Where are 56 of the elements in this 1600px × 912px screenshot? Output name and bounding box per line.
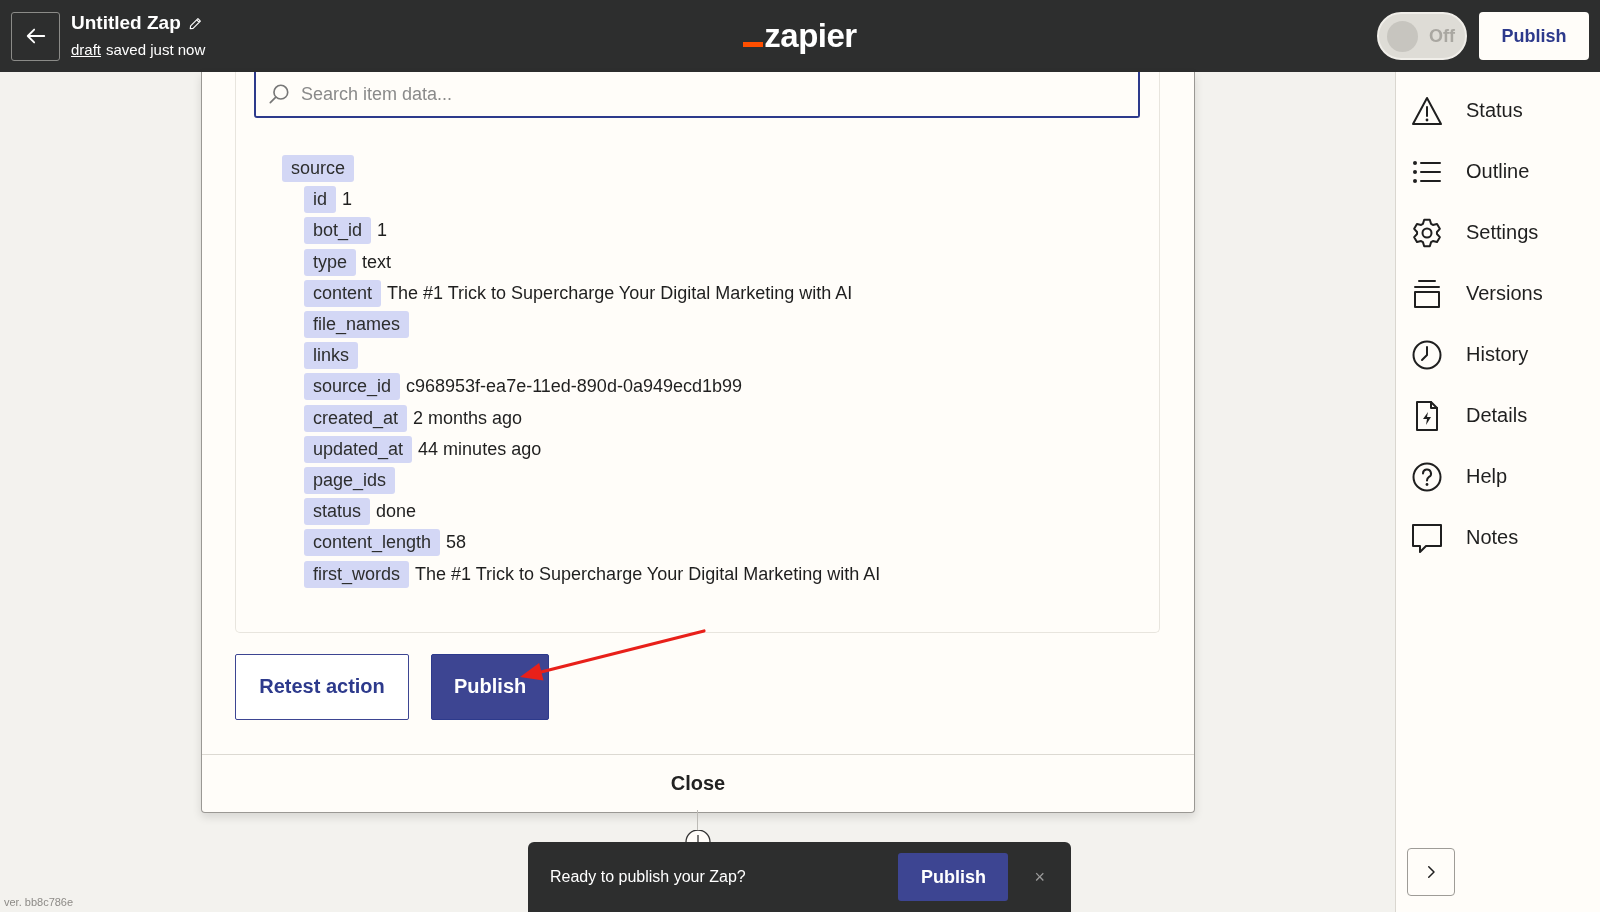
data-key: id bbox=[304, 186, 336, 214]
speech-bubble-icon bbox=[1411, 521, 1443, 554]
toast-message: Ready to publish your Zap? bbox=[550, 868, 746, 886]
clock-icon bbox=[1411, 338, 1443, 371]
data-value: The #1 Trick to Supercharge Your Digital Marketing with AI bbox=[387, 282, 853, 304]
data-value: 2 months ago bbox=[413, 407, 523, 429]
publish-button[interactable]: Publish bbox=[898, 853, 1009, 901]
data-key: content bbox=[304, 279, 382, 307]
data-key: status bbox=[304, 498, 371, 526]
data-key: file_names bbox=[304, 311, 410, 339]
retest-button[interactable]: Retest action bbox=[235, 653, 409, 720]
data-value: c968953f-ea7e-11ed-890d-0a949ecd1b99 bbox=[406, 376, 742, 398]
logo-text: zapier bbox=[764, 17, 857, 55]
search-icon bbox=[268, 83, 290, 105]
data-value: 44 minutes ago bbox=[418, 438, 542, 460]
pencil-icon[interactable] bbox=[188, 16, 202, 30]
data-key: page_ids bbox=[304, 466, 396, 494]
data-key: source_id bbox=[304, 373, 401, 401]
logo-dash-icon bbox=[743, 42, 764, 47]
sidebar-item[interactable]: Details bbox=[1396, 385, 1600, 446]
data-key: type bbox=[304, 248, 357, 276]
data-key: updated_at bbox=[304, 435, 413, 463]
draft-link[interactable]: draft bbox=[71, 41, 101, 58]
data-value: The #1 Trick to Supercharge Your Digital Marketing with AI bbox=[415, 563, 881, 585]
sidebar-item[interactable]: History bbox=[1396, 324, 1600, 385]
data-key: content_length bbox=[304, 529, 441, 557]
data-value: 1 bbox=[377, 220, 388, 242]
stacked-layers-icon bbox=[1411, 277, 1443, 310]
warning-triangle-icon bbox=[1411, 94, 1443, 127]
close-button[interactable]: Close bbox=[202, 754, 1194, 812]
data-key: first_words bbox=[304, 560, 410, 588]
zap-title: Untitled Zap bbox=[71, 12, 181, 34]
settings-icon bbox=[1411, 216, 1443, 249]
sidebar-item[interactable]: Settings bbox=[1396, 202, 1600, 263]
sidebar-item[interactable]: Notes bbox=[1396, 507, 1600, 568]
data-value: 58 bbox=[446, 532, 467, 554]
sidebar-item[interactable]: Outline bbox=[1396, 141, 1600, 202]
back-button[interactable] bbox=[11, 11, 60, 61]
data-key: bot_id bbox=[304, 217, 372, 245]
data-value: 1 bbox=[342, 189, 353, 211]
help-icon bbox=[1411, 460, 1443, 493]
data-key: created_at bbox=[304, 404, 408, 432]
save-status: saved just now bbox=[106, 41, 206, 58]
data-value: done bbox=[376, 501, 417, 523]
sidebar-item[interactable]: Status bbox=[1396, 80, 1600, 141]
publish-button[interactable]: Publish bbox=[1479, 12, 1589, 60]
search-field[interactable]: Search item data... bbox=[254, 72, 1140, 118]
sidebar-item[interactable]: Help bbox=[1396, 446, 1600, 507]
data-value: text bbox=[362, 251, 392, 273]
expand-button[interactable] bbox=[1407, 848, 1455, 896]
version-label: ver. bb8c786e bbox=[4, 896, 74, 908]
close-button[interactable]: × bbox=[1030, 866, 1049, 888]
sidebar-item[interactable]: Versions bbox=[1396, 263, 1600, 324]
data-key: links bbox=[304, 342, 358, 370]
data-key: source bbox=[282, 155, 355, 183]
publish-button[interactable]: Publish bbox=[431, 653, 549, 720]
